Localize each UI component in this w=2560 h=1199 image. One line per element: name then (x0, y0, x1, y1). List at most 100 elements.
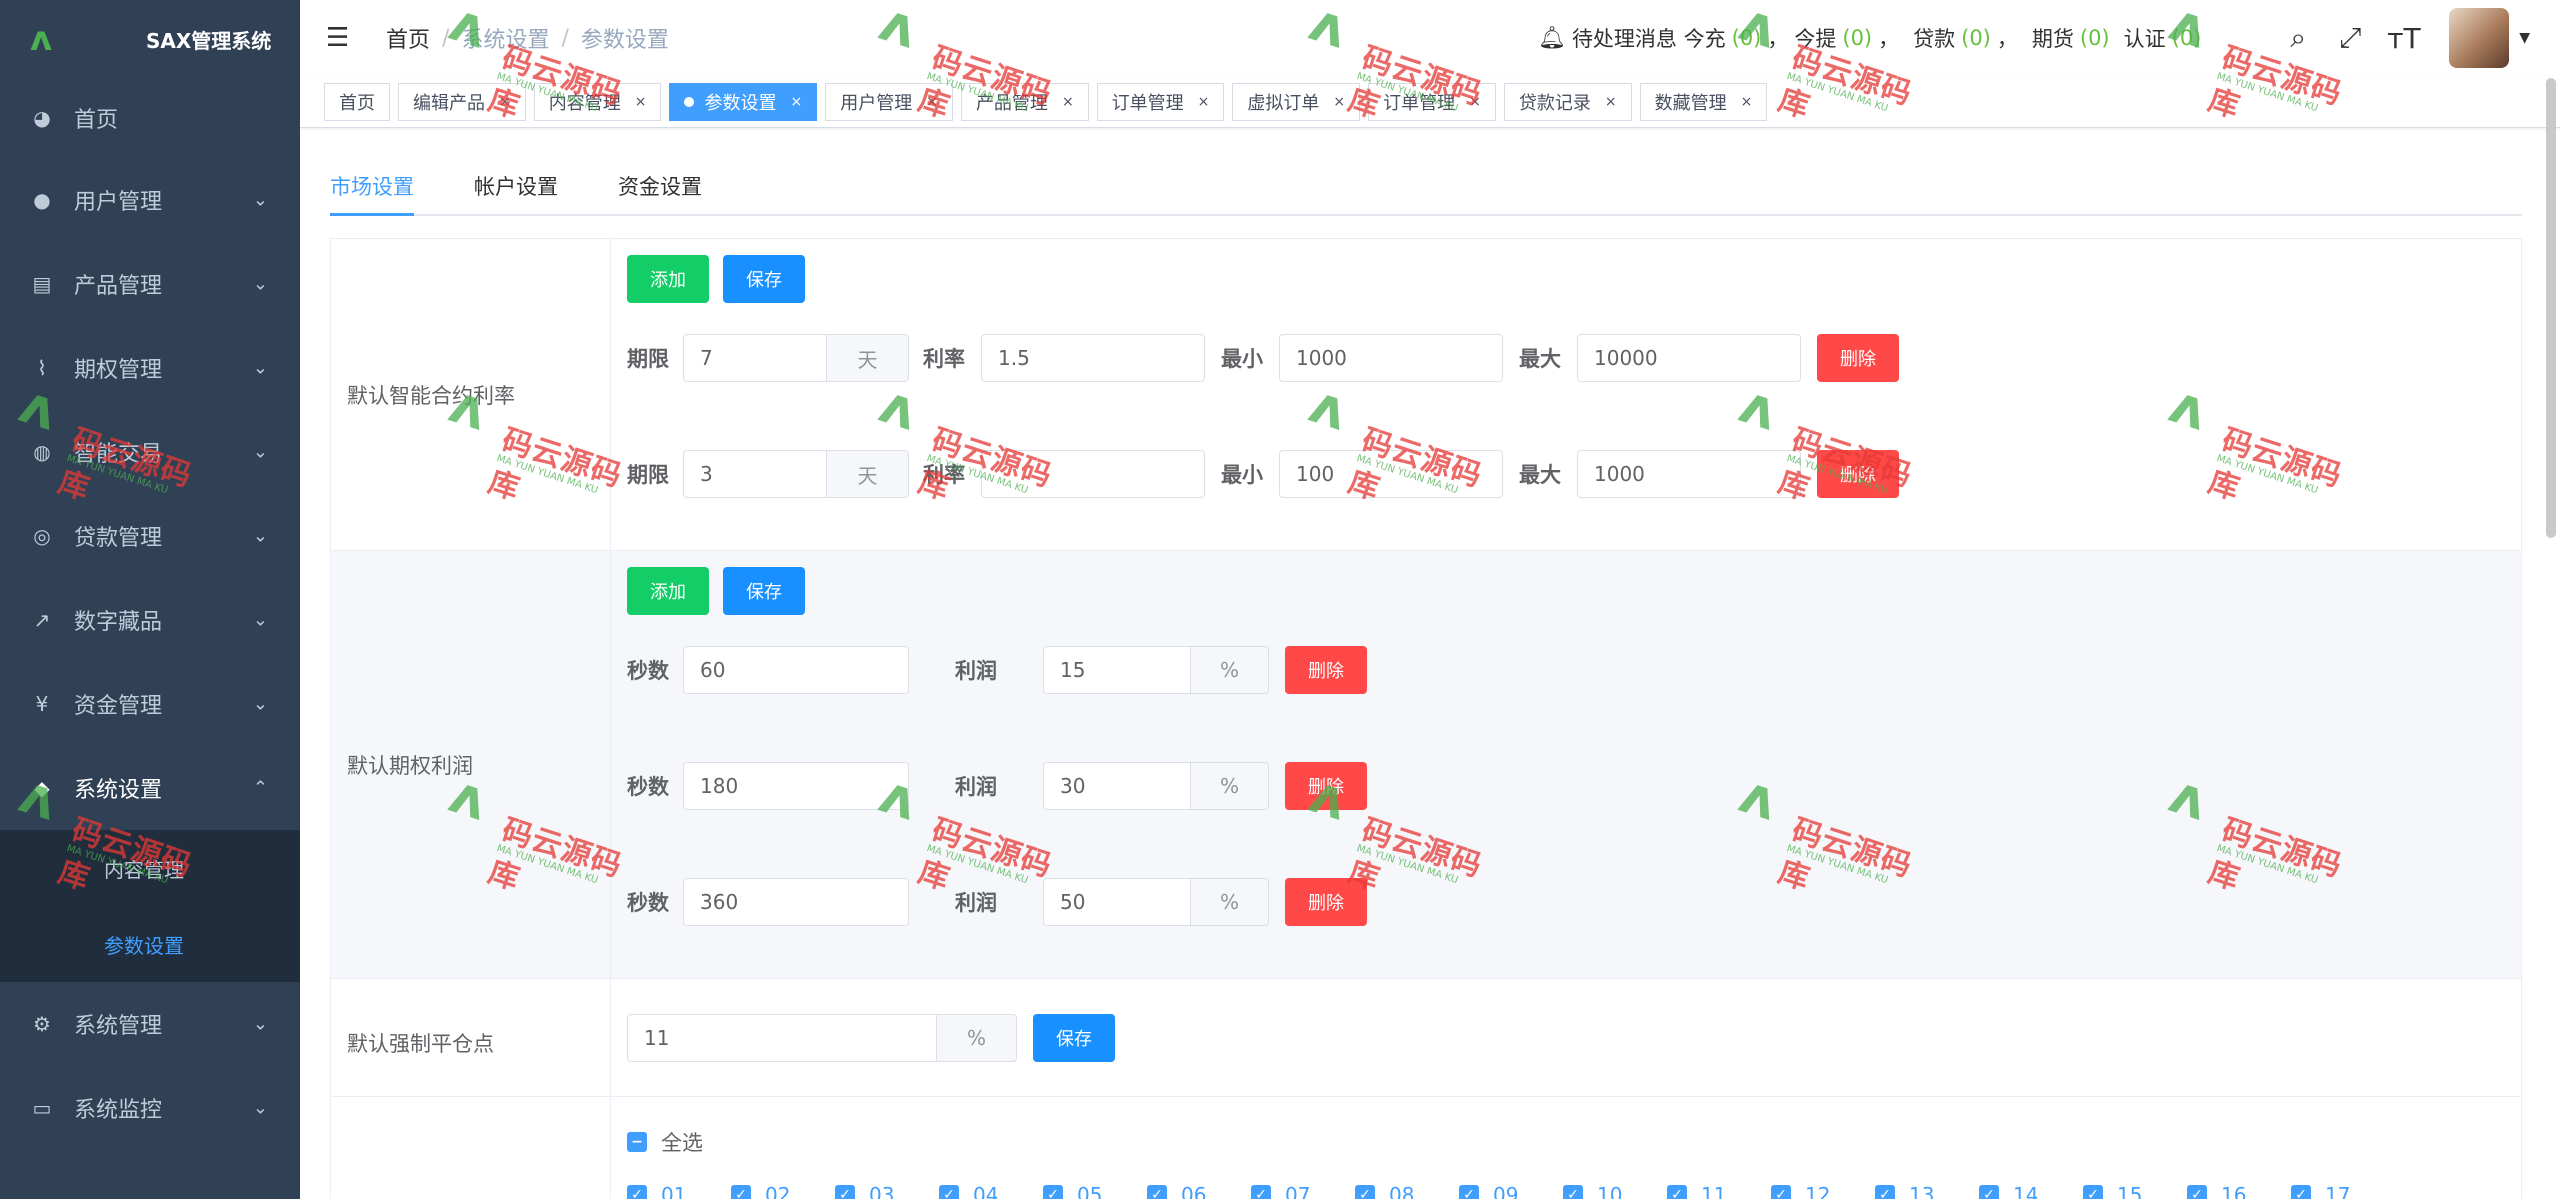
tag-order-manage-2[interactable]: 订单管理 × (1368, 82, 1496, 121)
save-option-button[interactable]: 保存 (723, 567, 805, 615)
liquidation-input[interactable]: 11 (627, 1013, 937, 1062)
tag-content-manage[interactable]: 内容管理 × (533, 82, 662, 121)
hour-checkbox[interactable]: ✓ 16 (2187, 1183, 2291, 1199)
delete-button[interactable]: 删除 (1285, 762, 1367, 810)
hour-checkbox[interactable]: ✓ 01 (627, 1183, 731, 1199)
notice-recharge-count[interactable]: (0) (1732, 26, 1762, 50)
sidebar-item-system-settings[interactable]: ◆ 系统设置 ⌃ (0, 746, 300, 830)
hamburger-icon[interactable]: ☰ (326, 23, 352, 53)
max-input[interactable]: 1000 (1577, 450, 1801, 498)
close-icon[interactable]: × (926, 94, 938, 110)
breadcrumb-home[interactable]: 首页 (386, 22, 430, 54)
close-icon[interactable]: × (1198, 94, 1210, 110)
tag-virtual-order[interactable]: 虚拟订单 × (1232, 82, 1361, 121)
sidebar-subitem-params[interactable]: 参数设置 (0, 906, 300, 982)
tag-order-manage[interactable]: 订单管理 × (1096, 82, 1225, 121)
close-icon[interactable]: × (1469, 94, 1481, 110)
close-icon[interactable]: × (1333, 94, 1345, 110)
profit-input[interactable]: 30 (1043, 762, 1191, 810)
hour-checkbox[interactable]: ✓ 03 (835, 1183, 939, 1199)
tag-params[interactable]: 参数设置 × (669, 82, 818, 121)
sidebar-item-system-manage[interactable]: ⚙ 系统管理 ⌄ (0, 982, 300, 1066)
term-input[interactable]: 3 (683, 450, 827, 498)
font-size-icon[interactable]: ᴛT (2387, 22, 2420, 55)
close-icon[interactable]: × (635, 94, 647, 110)
hour-checkbox[interactable]: ✓ 04 (939, 1183, 1043, 1199)
close-icon[interactable]: × (1741, 94, 1753, 110)
hour-checkbox[interactable]: ✓ 13 (1875, 1183, 1979, 1199)
avatar[interactable] (2449, 8, 2510, 68)
tag-collectibles-manage[interactable]: 数藏管理 × (1639, 82, 1768, 121)
notice-loan-count[interactable]: (0) (1961, 26, 1991, 50)
tag-product-manage[interactable]: 产品管理 × (960, 82, 1089, 121)
check-icon: ✓ (1459, 1185, 1479, 1199)
hour-checkbox[interactable]: ✓ 10 (1563, 1183, 1667, 1199)
profit-input[interactable]: 50 (1043, 878, 1191, 926)
rate-input[interactable]: 1.5 (981, 334, 1205, 382)
sidebar-item-system-monitor[interactable]: ▭ 系统监控 ⌄ (0, 1066, 300, 1150)
term-input[interactable]: 7 (683, 334, 827, 382)
tag-edit-product[interactable]: 编辑产品 × (398, 82, 526, 121)
delete-button[interactable]: 删除 (1285, 878, 1367, 926)
hour-checkbox[interactable]: ✓ 08 (1355, 1183, 1459, 1199)
seconds-input[interactable]: 360 (683, 878, 909, 926)
hour-checkbox[interactable]: ✓ 15 (2083, 1183, 2187, 1199)
add-contract-button[interactable]: 添加 (627, 255, 709, 303)
notice-futures-count[interactable]: (0) (2080, 26, 2110, 50)
tag-user-manage[interactable]: 用户管理 × (825, 82, 953, 121)
min-input[interactable]: 100 (1279, 450, 1503, 498)
app-logo[interactable]: ʌ SAX管理系统 (0, 0, 300, 78)
nav-tools: ⌕ ⤢ ᴛT ▼ (2283, 0, 2530, 76)
close-icon[interactable]: × (1062, 94, 1074, 110)
sidebar-subitem-content[interactable]: 内容管理 (0, 830, 300, 906)
sidebar-item-users[interactable]: ● 用户管理 ⌄ (0, 158, 300, 242)
save-liquidation-button[interactable]: 保存 (1033, 1013, 1115, 1062)
delete-button[interactable]: 删除 (1817, 334, 1899, 382)
hour-checkbox[interactable]: ✓ 09 (1459, 1183, 1563, 1199)
hour-checkbox[interactable]: ✓ 12 (1771, 1183, 1875, 1199)
notice-withdraw-count[interactable]: (0) (1842, 26, 1872, 50)
tag-loan-records[interactable]: 贷款记录 × (1503, 82, 1632, 121)
check-icon: ✓ (1251, 1185, 1271, 1199)
sidebar-item-collectibles[interactable]: ↗ 数字藏品 ⌄ (0, 578, 300, 662)
fullscreen-icon[interactable]: ⤢ (2335, 21, 2365, 55)
rate-input[interactable] (981, 450, 1205, 498)
sidebar-item-funds[interactable]: ¥ 资金管理 ⌄ (0, 662, 300, 746)
scrollbar[interactable] (2546, 78, 2556, 538)
hour-checkbox[interactable]: ✓ 11 (1667, 1183, 1771, 1199)
close-icon[interactable]: × (1605, 94, 1617, 110)
sidebar-item-loans[interactable]: ◎ 贷款管理 ⌄ (0, 494, 300, 578)
search-icon[interactable]: ⌕ (2283, 21, 2313, 55)
hour-checkbox[interactable]: ✓ 05 (1043, 1183, 1147, 1199)
delete-button[interactable]: 删除 (1817, 450, 1899, 498)
main-content: 市场设置 帐户设置 资金设置 默认智能合约利率 添加 保存 期限 7 天 利率 (330, 160, 2522, 1199)
settings-icon: ◆ (34, 776, 50, 800)
hour-checkbox[interactable]: ✓ 07 (1251, 1183, 1355, 1199)
tag-home[interactable]: 首页 (324, 82, 390, 121)
tab-account[interactable]: 帐户设置 (474, 160, 558, 214)
add-option-button[interactable]: 添加 (627, 567, 709, 615)
sidebar-item-home[interactable]: ◕ 首页 (0, 78, 300, 158)
hour-checkbox[interactable]: ✓ 02 (731, 1183, 835, 1199)
tab-market[interactable]: 市场设置 (330, 160, 414, 216)
sidebar-item-options[interactable]: ⌇ 期权管理 ⌄ (0, 326, 300, 410)
hour-checkbox[interactable]: ✓ 17 (2291, 1183, 2395, 1199)
close-icon[interactable]: × (790, 94, 802, 110)
seconds-input[interactable]: 60 (683, 646, 909, 694)
sidebar-item-smart-trading[interactable]: ◍ 智能交易 ⌄ (0, 410, 300, 494)
tab-funds[interactable]: 资金设置 (618, 160, 702, 214)
select-all-checkbox[interactable]: − 全选 (627, 1127, 2521, 1157)
save-contract-button[interactable]: 保存 (723, 255, 805, 303)
max-input[interactable]: 10000 (1577, 334, 1801, 382)
sidebar-item-products[interactable]: ▤ 产品管理 ⌄ (0, 242, 300, 326)
delete-button[interactable]: 删除 (1285, 646, 1367, 694)
hour-checkbox[interactable]: ✓ 06 (1147, 1183, 1251, 1199)
caret-down-icon[interactable]: ▼ (2519, 30, 2530, 46)
close-icon[interactable]: × (499, 94, 511, 110)
active-dot-icon (684, 96, 695, 107)
profit-input[interactable]: 15 (1043, 646, 1191, 694)
hour-checkbox[interactable]: ✓ 14 (1979, 1183, 2083, 1199)
min-input[interactable]: 1000 (1279, 334, 1503, 382)
notice-realname-count[interactable]: (0) (2172, 26, 2202, 50)
seconds-input[interactable]: 180 (683, 762, 909, 810)
